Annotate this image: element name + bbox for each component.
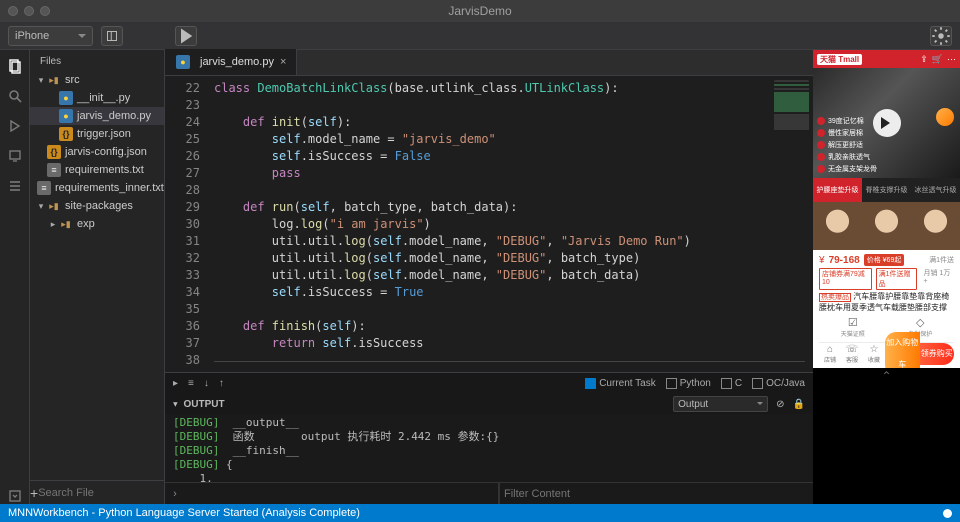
chevron-down-icon[interactable]: ▸ <box>170 402 181 407</box>
currency: ¥ <box>819 255 825 266</box>
titlebar: JarvisDemo <box>0 0 960 22</box>
price-range: 79-168 <box>829 255 860 266</box>
console-toolbar: ▸ ≡ ↓ ↑ Current Task Python C OC/Java <box>165 372 813 394</box>
lock-icon[interactable]: 🔒 <box>793 399 805 410</box>
lang-python-checkbox[interactable]: Python <box>666 378 711 389</box>
price-badge: 价格 ¥69起 <box>864 254 905 266</box>
variant-tab[interactable]: 护腰座垫升级 <box>813 178 862 202</box>
tree-node[interactable]: ▸▸▮exp <box>30 215 164 233</box>
window-title: JarvisDemo <box>448 4 511 18</box>
upload-icon[interactable]: ↑ <box>219 378 224 389</box>
tree-node[interactable]: {}trigger.json <box>30 125 164 143</box>
clear-icon[interactable]: ⊘ <box>776 399 784 410</box>
product-info: ¥79-168 价格 ¥69起 满1件送 店铺券满79减10 满1件送赠品 月销… <box>813 250 960 368</box>
floating-action[interactable] <box>936 108 954 126</box>
output-footer: › <box>165 482 813 504</box>
layout-button[interactable] <box>101 26 123 46</box>
lang-ocjava-checkbox[interactable]: OC/Java <box>752 378 805 389</box>
minimap[interactable] <box>774 80 809 160</box>
download-icon[interactable]: ↓ <box>204 378 209 389</box>
buy-button[interactable]: 领券购买 <box>920 343 955 365</box>
output-log[interactable]: [DEBUG] __output__ [DEBUG] 函数 output 执行耗… <box>165 414 813 482</box>
tree-node[interactable]: ≡requirements.txt <box>30 161 164 179</box>
python-icon: ● <box>176 55 190 69</box>
output-header: ▸ OUTPUT Output ⊘ 🔒 <box>165 394 813 414</box>
resize-handle[interactable]: ⌃ <box>813 368 960 384</box>
output-channel-select[interactable]: Output <box>673 396 768 412</box>
code-content[interactable]: class DemoBatchLinkClass(base.utlink_cla… <box>210 76 813 372</box>
tree-node[interactable]: ▾▸▮src <box>30 71 164 89</box>
code-editor[interactable]: 22 23 24 25 26 27 28 29 30 31 32 33 34 3… <box>165 76 813 372</box>
editor-area: ● jarvis_demo.py × 22 23 24 25 26 27 28 … <box>165 50 813 504</box>
nav-shop[interactable]: ⌂店铺 <box>819 344 841 364</box>
run-icon[interactable]: ▸ <box>173 378 178 389</box>
status-indicator[interactable] <box>943 509 952 518</box>
device-selector[interactable]: iPhone <box>8 26 93 46</box>
prompt-icon: › <box>165 483 185 504</box>
bottom-nav: ⌂店铺 ☏客服 ☆收藏 加入购物车 领券购买 <box>819 342 954 364</box>
variant-images[interactable] <box>813 202 960 250</box>
ship-label: 满1件送 <box>929 255 954 265</box>
more-icon[interactable]: ⋯ <box>947 54 956 65</box>
tab-label: jarvis_demo.py <box>200 56 274 68</box>
hero-video[interactable]: 39度记忆棉慢性家居棉解压更舒适乳胶亲肤透气无金属支架龙骨 <box>813 68 960 178</box>
device-icon[interactable] <box>7 148 23 164</box>
variant-tab[interactable]: 脊椎支撑升级 <box>862 178 911 202</box>
stop-icon[interactable]: ≡ <box>188 378 194 389</box>
debug-icon[interactable] <box>7 118 23 134</box>
app-header: 天猫 Tmall ⇪ 🛒 ⋯ <box>813 50 960 68</box>
status-text: MNNWorkbench - Python Language Server St… <box>8 507 360 519</box>
list-icon[interactable] <box>7 178 23 194</box>
tab-active[interactable]: ● jarvis_demo.py × <box>165 49 297 75</box>
variant-tabs: 护腰座垫升级脊椎支撑升级冰丝透气升级 <box>813 178 960 202</box>
share-icon[interactable]: ⇪ <box>920 54 928 65</box>
toolbar: iPhone <box>0 22 960 50</box>
cart-icon[interactable]: 🛒 <box>932 54 943 65</box>
output-label: OUTPUT <box>184 399 225 410</box>
coupon-row[interactable]: 店铺券满79减10 满1件送赠品 月销 1万+ <box>819 268 954 290</box>
run-button[interactable] <box>175 26 197 46</box>
repl-input[interactable] <box>185 483 498 504</box>
search-icon[interactable] <box>7 88 23 104</box>
tree-node[interactable]: {}jarvis-config.json <box>30 143 164 161</box>
tree-node[interactable]: ≡requirements_inner.txt <box>30 179 164 197</box>
brand-badge: 天猫 Tmall <box>817 54 862 65</box>
editor-tabs: ● jarvis_demo.py × <box>165 50 813 76</box>
feature-bullets: 39度记忆棉慢性家居棉解压更舒适乳胶亲肤透气无金属支架龙骨 <box>817 116 877 174</box>
tree-node[interactable]: ▾▸▮site-packages <box>30 197 164 215</box>
sales-count: 月销 1万+ <box>921 268 954 290</box>
window-controls[interactable] <box>8 6 50 16</box>
search-file-input[interactable] <box>38 487 180 499</box>
add-file-button[interactable]: + <box>30 485 38 501</box>
device-preview: 天猫 Tmall ⇪ 🛒 ⋯ 39度记忆棉慢性家居棉解压更舒适乳胶亲肤透气无金属… <box>813 50 960 504</box>
lang-c-checkbox[interactable]: C <box>721 378 742 389</box>
explorer-icon[interactable] <box>7 58 23 74</box>
status-bar: MNNWorkbench - Python Language Server St… <box>0 504 960 522</box>
line-gutter: 22 23 24 25 26 27 28 29 30 31 32 33 34 3… <box>165 76 210 372</box>
current-task-checkbox[interactable]: Current Task <box>585 378 656 389</box>
trust-badges: ☑天猫证照 ◇专利保护 <box>819 316 954 338</box>
activity-bar <box>0 50 30 504</box>
variant-tab[interactable]: 冰丝透气升级 <box>911 178 960 202</box>
close-icon[interactable]: × <box>280 56 286 68</box>
settings-button[interactable] <box>930 26 952 46</box>
product-title: 热卖爆品 汽车腰靠护腰靠垫靠背座椅腰枕车用夏季透气车载腰垫腰部支撑头枕 <box>819 292 954 312</box>
file-explorer: Files ▾▸▮src●__init__.py●jarvis_demo.py{… <box>30 50 165 504</box>
nav-service[interactable]: ☏客服 <box>841 344 863 364</box>
explorer-title: Files <box>30 50 164 71</box>
tree-node[interactable]: ●__init__.py <box>30 89 164 107</box>
nav-fav[interactable]: ☆收藏 <box>863 344 885 364</box>
price-line: ¥79-168 价格 ¥69起 满1件送 <box>819 254 954 266</box>
filter-input[interactable] <box>499 483 813 504</box>
file-tree[interactable]: ▾▸▮src●__init__.py●jarvis_demo.py{}trigg… <box>30 71 164 480</box>
download-icon[interactable] <box>7 488 23 504</box>
tree-node[interactable]: ●jarvis_demo.py <box>30 107 164 125</box>
